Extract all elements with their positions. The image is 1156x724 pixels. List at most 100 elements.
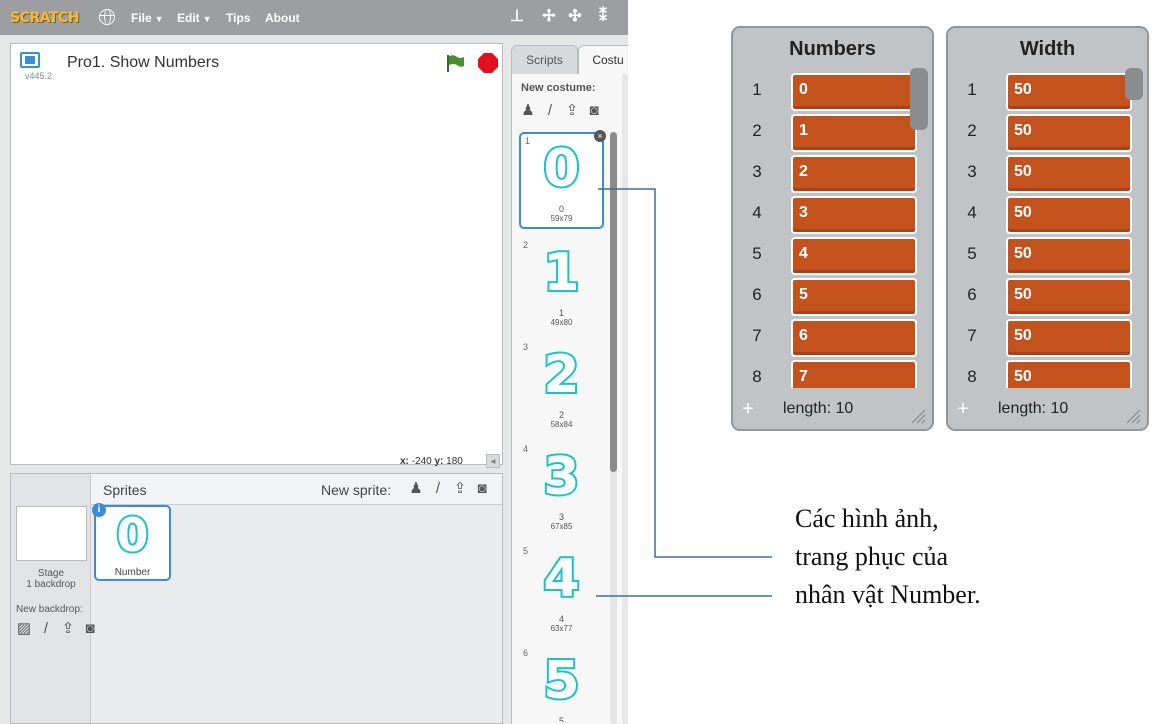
- stage-panel: v445.2 Pro1. Show Numbers: [10, 43, 503, 465]
- backdrop-library-icon[interactable]: ▨: [15, 620, 33, 638]
- costume-item[interactable]: 6 5 5: [519, 646, 604, 722]
- scratch-logo[interactable]: SCRATCH: [10, 10, 82, 28]
- list-item-value: 50: [1014, 81, 1032, 98]
- list-item-value: 50: [1014, 368, 1032, 385]
- costume-glyph: 5: [541, 650, 581, 712]
- costume-item[interactable]: 2 1 1 49x80: [519, 238, 604, 335]
- sprite-thumbnail-number[interactable]: i 0 Number: [92, 503, 171, 581]
- paint-brush-icon[interactable]: /: [541, 102, 559, 120]
- costume-item[interactable]: 4 3 3 67x85: [519, 442, 604, 539]
- row-index: 6: [752, 285, 762, 304]
- stage-label: Stage 1 backdrop: [26, 568, 76, 590]
- list-row: 54: [737, 234, 917, 276]
- list-row: 65: [737, 275, 917, 317]
- paint-brush-icon[interactable]: /: [37, 620, 55, 638]
- list-item-value: 4: [799, 245, 808, 262]
- menu-file[interactable]: File ▼: [131, 11, 164, 25]
- costume-name: 5: [558, 716, 564, 722]
- fullscreen-icon[interactable]: [20, 52, 40, 68]
- costume-name: 1: [558, 308, 564, 318]
- camera-icon[interactable]: ◙: [585, 102, 603, 120]
- resize-handle-icon[interactable]: [1125, 408, 1141, 424]
- costume-name: 3: [558, 512, 564, 522]
- list-item[interactable]: 2: [791, 155, 917, 193]
- grow-icon[interactable]: ✣: [566, 8, 584, 26]
- row-index: 6: [967, 285, 977, 304]
- list-item-value: 5: [799, 286, 808, 303]
- shrink-icon[interactable]: ⁑: [594, 8, 612, 26]
- list-item[interactable]: 1: [791, 114, 917, 152]
- list-item[interactable]: 6: [791, 319, 917, 357]
- list-title: Numbers: [789, 38, 876, 60]
- costume-size: 49x80: [550, 318, 573, 327]
- list-item[interactable]: 50: [1006, 360, 1132, 388]
- list-item[interactable]: 50: [1006, 319, 1132, 357]
- list-item[interactable]: 0: [791, 73, 917, 111]
- list-item-value: 6: [799, 327, 808, 344]
- camera-icon[interactable]: ◙: [473, 480, 491, 498]
- list-row: 32: [737, 152, 917, 194]
- resize-handle-icon[interactable]: [910, 408, 926, 424]
- add-item-plus-icon[interactable]: +: [954, 399, 972, 419]
- delete-costume-icon[interactable]: ×: [594, 130, 606, 142]
- add-item-plus-icon[interactable]: +: [739, 399, 757, 419]
- list-monitor-width[interactable]: Width 1 50 2 50 3 50 4 50 5 50 6 50 7 50 8 50 + …: [946, 26, 1149, 431]
- list-item[interactable]: 50: [1006, 114, 1132, 152]
- paint-brush-icon[interactable]: /: [429, 480, 447, 498]
- list-row: 2 50: [952, 111, 1132, 153]
- list-item[interactable]: 5: [791, 278, 917, 316]
- list-row: 8 50: [952, 357, 1132, 388]
- sprite-library-icon[interactable]: ♟: [407, 480, 425, 498]
- upload-icon[interactable]: ⇪: [59, 620, 77, 638]
- project-title[interactable]: Pro1. Show Numbers: [67, 54, 219, 72]
- costume-library-icon[interactable]: ♟: [519, 102, 537, 120]
- stage-selector[interactable]: Stage 1 backdrop New backdrop: ▨ / ⇪ ◙: [11, 474, 95, 723]
- list-item[interactable]: 4: [791, 237, 917, 275]
- costume-item[interactable]: 5 4 4 63x77: [519, 544, 604, 641]
- sprite-name: Number: [114, 567, 151, 578]
- costume-scroll-thumb[interactable]: [610, 132, 617, 472]
- list-item[interactable]: 50: [1006, 155, 1132, 193]
- annotation-line: trang phục của: [795, 542, 949, 571]
- list-item[interactable]: 50: [1006, 237, 1132, 275]
- editor-tabs: Scripts Costu: [511, 42, 628, 75]
- stamp-icon[interactable]: ⊥: [508, 8, 526, 26]
- list-item-value: 2: [799, 163, 808, 180]
- annotation-line: Các hình ảnh,: [795, 504, 939, 533]
- editor-right-edge: [622, 74, 628, 724]
- list-row: 10: [737, 70, 917, 112]
- list-footer: + length: 10: [733, 399, 932, 430]
- list-monitor-numbers[interactable]: Numbers 10 21 32 43 54 65 76 87 + length…: [731, 26, 934, 431]
- menu-about[interactable]: About: [265, 11, 300, 25]
- list-item[interactable]: 7: [791, 360, 917, 388]
- costume-scrollbar[interactable]: [610, 132, 617, 724]
- stop-sign-icon[interactable]: [477, 52, 499, 74]
- upload-icon[interactable]: ⇪: [451, 480, 469, 498]
- language-globe-icon[interactable]: [99, 9, 115, 25]
- tab-scripts[interactable]: Scripts: [511, 45, 578, 75]
- stage-canvas[interactable]: [11, 84, 502, 464]
- list-row: 87: [737, 357, 917, 388]
- list-item-value: 3: [799, 204, 808, 221]
- camera-icon[interactable]: ◙: [81, 620, 99, 638]
- costume-item[interactable]: 1 0 0 59x79 ×: [519, 130, 606, 229]
- stage-collapse-arrow-icon[interactable]: ◂: [486, 454, 500, 468]
- list-item[interactable]: 50: [1006, 196, 1132, 234]
- list-item-value: 7: [799, 368, 808, 385]
- stage-thumbnail[interactable]: [16, 506, 87, 561]
- tab-costumes[interactable]: Costu: [578, 45, 628, 75]
- list-scrollbar[interactable]: [1125, 68, 1143, 100]
- list-item-value: 50: [1014, 327, 1032, 344]
- list-item[interactable]: 3: [791, 196, 917, 234]
- costume-item[interactable]: 3 2 2 58x84: [519, 340, 604, 437]
- cut-icon[interactable]: ✢: [540, 8, 558, 26]
- menu-tips[interactable]: Tips: [226, 11, 250, 25]
- menu-edit[interactable]: Edit ▼: [177, 11, 212, 25]
- list-item[interactable]: 50: [1006, 278, 1132, 316]
- upload-icon[interactable]: ⇪: [563, 102, 581, 120]
- row-index: 2: [752, 121, 762, 140]
- list-scrollbar[interactable]: [910, 68, 928, 130]
- green-flag-icon[interactable]: [445, 53, 465, 73]
- list-item[interactable]: 50: [1006, 73, 1132, 111]
- list-row: 76: [737, 316, 917, 358]
